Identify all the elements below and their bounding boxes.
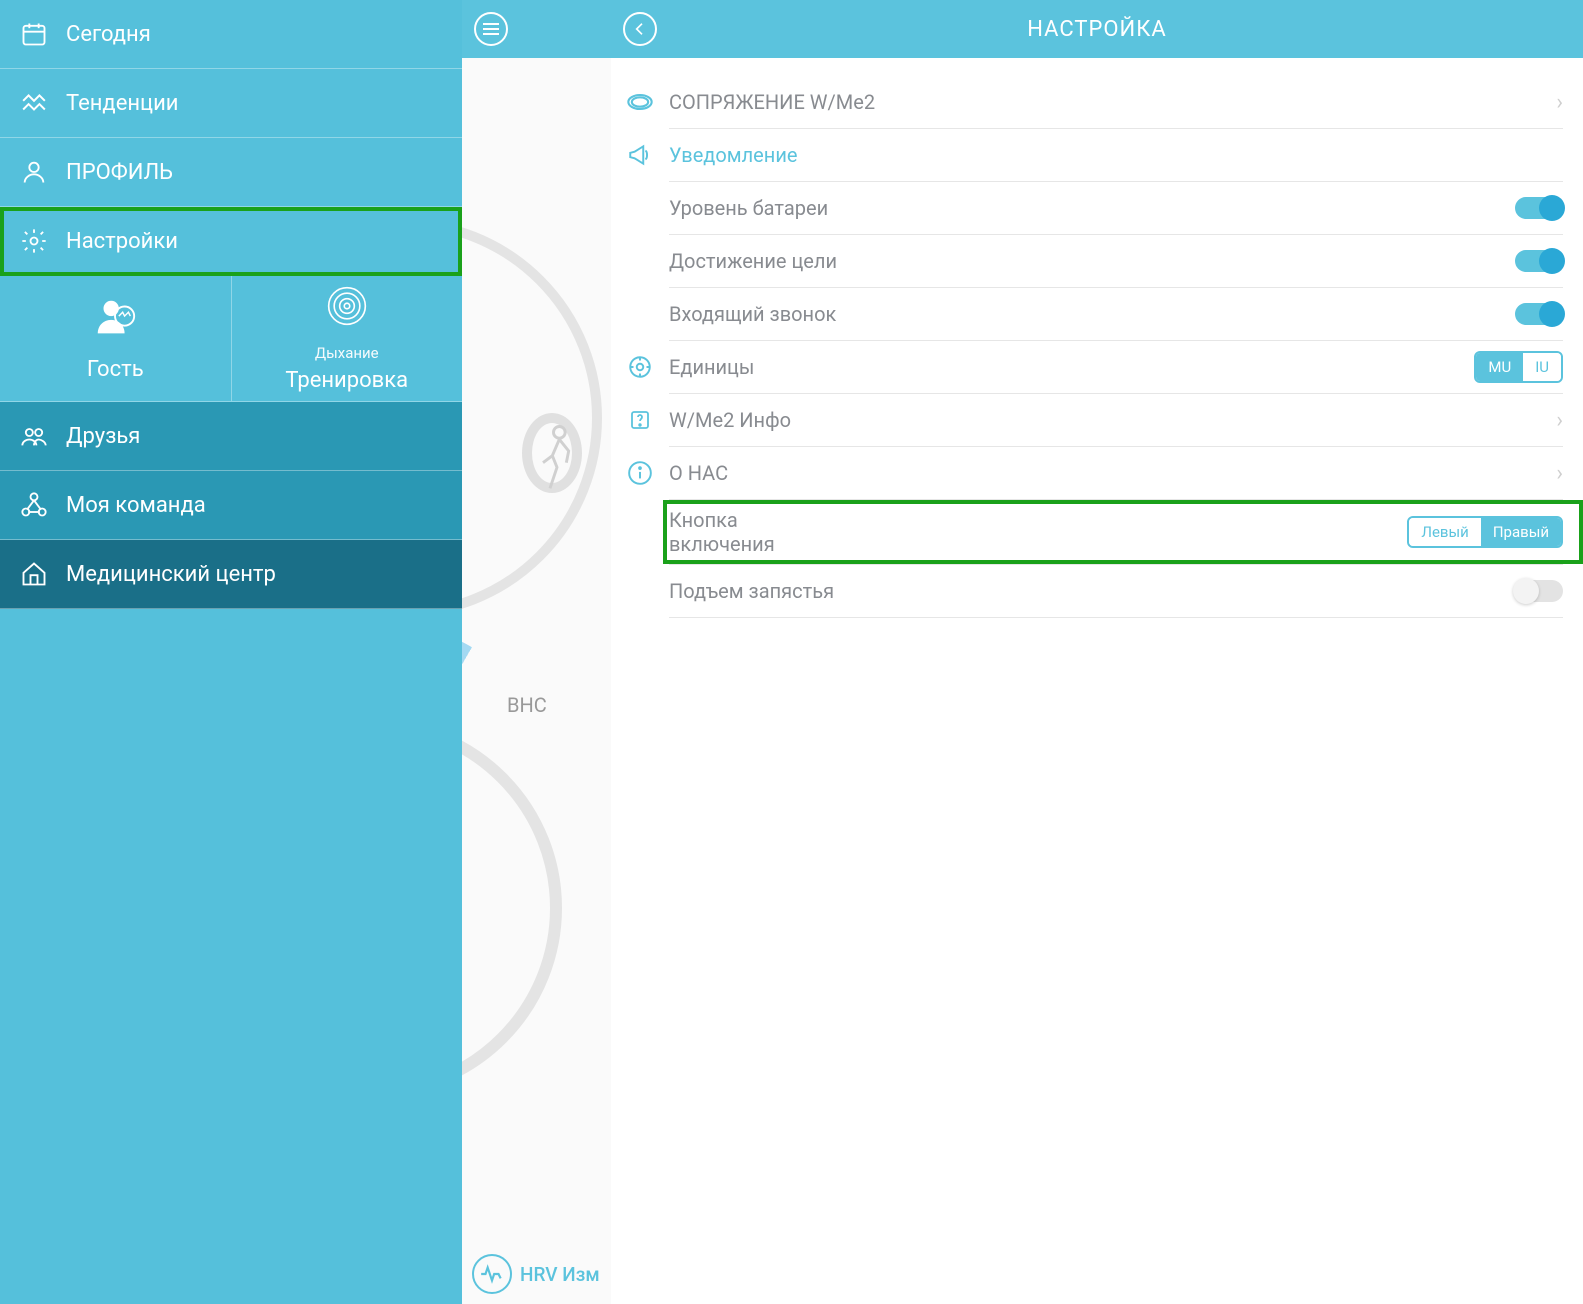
profile-icon (20, 158, 48, 186)
sidebar-item-label: Тенденции (66, 91, 178, 116)
calendar-icon (20, 20, 48, 48)
setting-units: Единицы MU IU (611, 341, 1583, 393)
hrv-footer-button[interactable]: HRV Изм (472, 1254, 600, 1294)
battery-toggle[interactable] (1515, 197, 1563, 219)
bhc-label: ВНС (507, 693, 547, 717)
setting-label: Уведомление (669, 143, 1563, 167)
setting-info[interactable]: W/Me2 Инфо › (611, 394, 1583, 446)
setting-about[interactable]: О НАС › (611, 447, 1583, 499)
breath-small-label: Дыхание (315, 344, 379, 362)
info-icon (625, 458, 655, 488)
team-icon (20, 491, 48, 519)
hamburger-menu-icon[interactable] (474, 12, 508, 46)
settings-header: НАСТРОЙКА (611, 0, 1583, 58)
setting-label: СОПРЯЖЕНИЕ W/Me2 (669, 90, 1542, 114)
setting-battery: Уровень батареи (611, 182, 1583, 234)
goal-toggle[interactable] (1515, 250, 1563, 272)
guest-tile[interactable]: Гость (0, 276, 232, 401)
sidebar-item-today[interactable]: Сегодня (0, 0, 462, 69)
sidebar-item-settings[interactable]: Настройки (0, 207, 462, 276)
walking-icon (522, 413, 582, 493)
question-icon (625, 405, 655, 435)
power-left[interactable]: Левый (1409, 518, 1480, 546)
setting-label: W/Me2 Инфо (669, 408, 1542, 432)
settings-panel: НАСТРОЙКА СОПРЯЖЕНИЕ W/Me2 › Уведомление… (611, 0, 1583, 1304)
settings-title: НАСТРОЙКА (1027, 17, 1166, 42)
units-iu[interactable]: IU (1523, 353, 1561, 381)
hrv-icon (472, 1254, 512, 1294)
sidebar-item-label: Моя команда (66, 493, 206, 518)
setting-label: Единицы (669, 355, 1460, 379)
activity-arc (462, 218, 602, 618)
setting-power-button-highlight: Кнопка включения Левый Правый (663, 500, 1583, 564)
tape-icon (625, 352, 655, 382)
sidebar-item-label: Медицинский центр (66, 562, 276, 587)
setting-label: Уровень батареи (669, 196, 1501, 220)
mid-header (462, 0, 611, 58)
sidebar-item-trends[interactable]: Тенденции (0, 69, 462, 138)
home-icon (20, 560, 48, 588)
setting-incoming: Входящий звонок (611, 288, 1583, 340)
power-button-segment[interactable]: Левый Правый (1407, 516, 1563, 548)
hrv-label: HRV Изм (520, 1263, 600, 1286)
breath-tile[interactable]: Дыхание Тренировка (232, 276, 463, 401)
setting-pairing[interactable]: СОПРЯЖЕНИЕ W/Me2 › (611, 76, 1583, 128)
sidebar-item-label: Друзья (66, 424, 140, 449)
breath-big-label: Тренировка (285, 368, 408, 393)
setting-label: Подъем запястья (669, 579, 1501, 603)
setting-wrist: Подъем запястья (611, 565, 1583, 617)
sidebar-item-profile[interactable]: ПРОФИЛЬ (0, 138, 462, 207)
gear-icon (20, 227, 48, 255)
setting-label: О НАС (669, 461, 1542, 485)
setting-label: Кнопка включения (669, 508, 1393, 556)
back-button[interactable] (623, 12, 657, 46)
sidebar-item-label: Сегодня (66, 22, 151, 47)
setting-notification[interactable]: Уведомление (611, 129, 1583, 181)
sidebar: Сегодня Тенденции ПРОФИЛЬ Настройки Гост… (0, 0, 462, 1304)
sidebar-item-friends[interactable]: Друзья (0, 402, 462, 471)
chevron-right-icon: › (1556, 408, 1563, 433)
sidebar-item-team[interactable]: Моя команда (0, 471, 462, 540)
setting-label: Достижение цели (669, 249, 1501, 273)
settings-body: СОПРЯЖЕНИЕ W/Me2 › Уведомление Уровень б… (611, 58, 1583, 1304)
spiral-icon (325, 284, 369, 338)
incoming-toggle[interactable] (1515, 303, 1563, 325)
friends-icon (20, 422, 48, 450)
sidebar-item-medical[interactable]: Медицинский центр (0, 540, 462, 609)
guest-label: Гость (87, 357, 144, 382)
units-mu[interactable]: MU (1476, 353, 1523, 381)
chevron-right-icon: › (1556, 461, 1563, 486)
setting-goal: Достижение цели (611, 235, 1583, 287)
units-segment[interactable]: MU IU (1474, 351, 1563, 383)
sidebar-item-label: ПРОФИЛЬ (66, 160, 173, 185)
setting-label: Входящий звонок (669, 302, 1501, 326)
profile-panel: Гость Дыхание Тренировка (0, 276, 462, 402)
megaphone-icon (625, 140, 655, 170)
chevron-right-icon: › (1556, 90, 1563, 115)
middle-panel: ВНС HRV Изм (462, 0, 611, 1304)
bracelet-icon (625, 87, 655, 117)
wrist-toggle[interactable] (1515, 580, 1563, 602)
trends-icon (20, 89, 48, 117)
mid-body: ВНС HRV Изм (462, 58, 611, 1304)
guest-avatar-icon (92, 295, 138, 351)
setting-power-button: Кнопка включения Левый Правый (663, 500, 1583, 564)
power-right[interactable]: Правый (1481, 518, 1561, 546)
sidebar-item-label: Настройки (66, 229, 178, 254)
